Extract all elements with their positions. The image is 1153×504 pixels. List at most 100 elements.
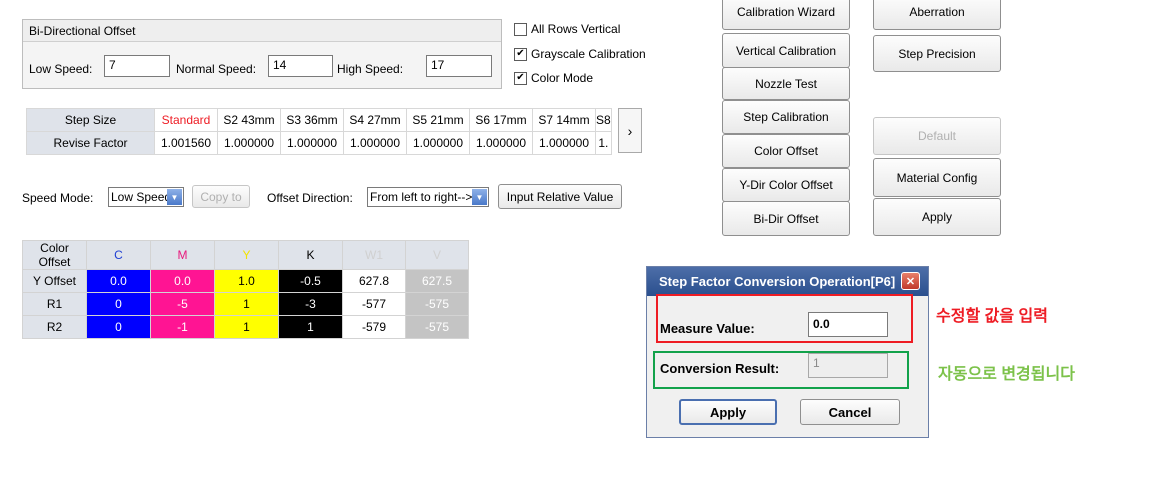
normal-speed-label: Normal Speed: <box>176 62 257 76</box>
color-offset-header: Color Offset <box>22 240 87 270</box>
enter-value-note: 수정할 값을 입력 <box>936 308 1048 325</box>
row-label: R2 <box>22 315 87 339</box>
aberration-button[interactable]: Aberration <box>873 0 1001 30</box>
revise-factor-cell[interactable]: 1.000000 <box>532 131 596 155</box>
checkmark-icon: ✔ <box>514 71 527 85</box>
step-col-s4[interactable]: S4 27mm <box>343 108 407 132</box>
step-col-s6[interactable]: S6 17mm <box>469 108 533 132</box>
close-icon[interactable]: ✕ <box>901 272 920 290</box>
checkmark-icon: ✔ <box>514 47 527 61</box>
cell-y[interactable]: 1 <box>214 315 279 339</box>
revise-factor-cell[interactable]: 1.000000 <box>217 131 281 155</box>
measure-highlight-box <box>656 294 913 343</box>
revise-factor-cell[interactable]: 1.001560 <box>154 131 218 155</box>
step-col-s7[interactable]: S7 14mm <box>532 108 596 132</box>
nozzle-test-button[interactable]: Nozzle Test <box>722 67 850 100</box>
speed-mode-value: Low Speed <box>111 190 172 204</box>
offset-direction-value: From left to right--> <box>370 190 473 204</box>
speed-mode-select[interactable]: Low Speed ▼ <box>108 187 184 207</box>
step-size-header: Step Size <box>26 108 155 132</box>
table-row: Y Offset 0.0 0.0 1.0 -0.5 627.8 627.5 <box>22 269 469 293</box>
cell-y[interactable]: 1.0 <box>214 269 279 293</box>
cell-v[interactable]: -575 <box>405 292 469 316</box>
cell-m[interactable]: -5 <box>150 292 215 316</box>
cell-m[interactable]: -1 <box>150 315 215 339</box>
cell-w1[interactable]: -577 <box>342 292 406 316</box>
step-size-table: Step Size Standard S2 43mm S3 36mm S4 27… <box>26 108 612 155</box>
step-col-s2[interactable]: S2 43mm <box>217 108 281 132</box>
col-header-m: M <box>150 240 215 270</box>
step-col-s5[interactable]: S5 21mm <box>406 108 470 132</box>
color-offset-table: Color Offset C M Y K W1 V Y Offset 0.0 0… <box>22 240 469 339</box>
offset-direction-select[interactable]: From left to right--> ▼ <box>367 187 489 207</box>
bi-dir-offset-button[interactable]: Bi-Dir Offset <box>722 201 850 236</box>
color-mode-checkbox[interactable]: ✔ Color Mode <box>514 71 593 85</box>
table-row: R2 0 -1 1 1 -579 -575 <box>22 315 469 339</box>
apply-main-button[interactable]: Apply <box>873 198 1001 236</box>
step-col-s3[interactable]: S3 36mm <box>280 108 344 132</box>
revise-factor-header: Revise Factor <box>26 131 155 155</box>
col-header-v: V <box>405 240 469 270</box>
dialog-titlebar: Step Factor Conversion Operation[P6] ✕ <box>647 267 928 296</box>
cell-w1[interactable]: -579 <box>342 315 406 339</box>
normal-speed-input[interactable]: 14 <box>268 55 333 77</box>
material-config-button[interactable]: Material Config <box>873 158 1001 197</box>
step-col-s8[interactable]: S8 <box>595 108 612 132</box>
dialog-title: Step Factor Conversion Operation[P6] <box>659 274 896 289</box>
all-rows-vertical-checkbox[interactable]: All Rows Vertical <box>514 22 620 36</box>
table-row: R1 0 -5 1 -3 -577 -575 <box>22 292 469 316</box>
bidir-offset-group: Bi-Directional Offset <box>22 19 502 89</box>
color-offset-button[interactable]: Color Offset <box>722 134 850 168</box>
low-speed-input[interactable]: 7 <box>104 55 170 77</box>
col-header-k: K <box>278 240 343 270</box>
chevron-right-icon: › <box>627 122 633 139</box>
cell-v[interactable]: -575 <box>405 315 469 339</box>
all-rows-vertical-label: All Rows Vertical <box>531 22 621 36</box>
low-speed-label: Low Speed: <box>29 62 93 76</box>
row-label: R1 <box>22 292 87 316</box>
col-header-w1: W1 <box>342 240 406 270</box>
cell-k[interactable]: -3 <box>278 292 343 316</box>
cell-c[interactable]: 0 <box>86 315 151 339</box>
high-speed-input[interactable]: 17 <box>426 55 492 77</box>
color-mode-label: Color Mode <box>531 71 594 85</box>
revise-factor-cell[interactable]: 1. <box>595 131 612 155</box>
col-header-c: C <box>86 240 151 270</box>
cell-w1[interactable]: 627.8 <box>342 269 406 293</box>
revise-factor-cell[interactable]: 1.000000 <box>280 131 344 155</box>
high-speed-label: High Speed: <box>337 62 404 76</box>
checkbox-empty-icon <box>514 22 527 36</box>
cell-v[interactable]: 627.5 <box>405 269 469 293</box>
cell-k[interactable]: 1 <box>278 315 343 339</box>
col-header-y: Y <box>214 240 279 270</box>
result-highlight-box <box>653 351 909 389</box>
auto-change-note: 자동으로 변경됩니다 <box>938 366 1075 383</box>
row-label: Y Offset <box>22 269 87 293</box>
revise-factor-cell[interactable]: 1.000000 <box>469 131 533 155</box>
cell-y[interactable]: 1 <box>214 292 279 316</box>
bidir-offset-title: Bi-Directional Offset <box>23 20 501 42</box>
dialog-cancel-button[interactable]: Cancel <box>800 399 900 425</box>
grayscale-calibration-checkbox[interactable]: ✔ Grayscale Calibration <box>514 47 646 61</box>
dialog-apply-button[interactable]: Apply <box>679 399 777 425</box>
step-calibration-button[interactable]: Step Calibration <box>722 100 850 134</box>
grayscale-calibration-label: Grayscale Calibration <box>531 47 646 61</box>
vertical-calibration-button[interactable]: Vertical Calibration <box>722 33 850 68</box>
step-col-standard[interactable]: Standard <box>154 108 218 132</box>
input-relative-value-button[interactable]: Input Relative Value <box>498 184 622 209</box>
offset-direction-label: Offset Direction: <box>267 191 353 205</box>
default-button[interactable]: Default <box>873 117 1001 155</box>
dropdown-arrow-icon: ▼ <box>167 189 182 205</box>
cell-m[interactable]: 0.0 <box>150 269 215 293</box>
scroll-right-button[interactable]: › <box>618 108 642 153</box>
cell-c[interactable]: 0.0 <box>86 269 151 293</box>
y-dir-color-offset-button[interactable]: Y-Dir Color Offset <box>722 168 850 202</box>
calibration-wizard-button[interactable]: Calibration Wizard <box>722 0 850 30</box>
cell-c[interactable]: 0 <box>86 292 151 316</box>
step-precision-button[interactable]: Step Precision <box>873 35 1001 72</box>
revise-factor-cell[interactable]: 1.000000 <box>406 131 470 155</box>
revise-factor-cell[interactable]: 1.000000 <box>343 131 407 155</box>
dropdown-arrow-icon: ▼ <box>472 189 487 205</box>
copy-to-button[interactable]: Copy to <box>192 185 250 208</box>
cell-k[interactable]: -0.5 <box>278 269 343 293</box>
